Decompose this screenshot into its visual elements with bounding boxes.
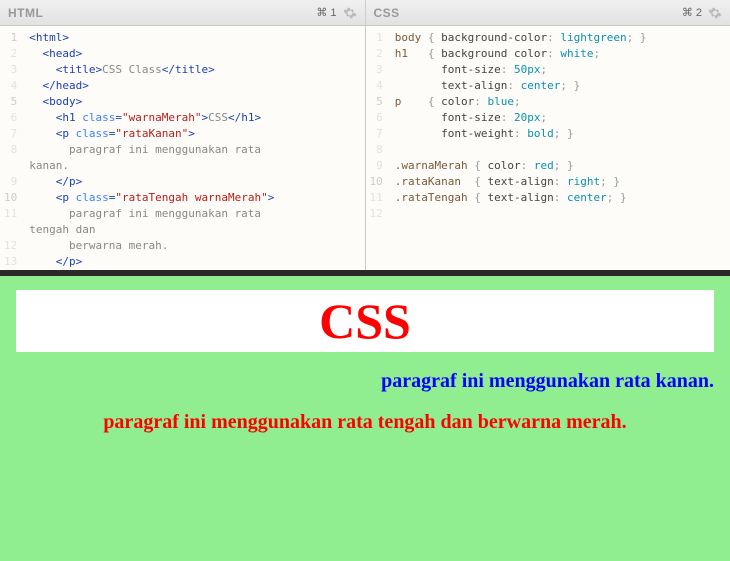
- html-code[interactable]: <html> <head> <title>CSS Class</title> <…: [23, 26, 280, 270]
- html-pane-title: HTML: [8, 6, 43, 20]
- html-shortcut-label: ⌘ 1: [316, 6, 336, 19]
- css-pane-title: CSS: [374, 6, 400, 20]
- preview-paragraph-right: paragraf ini menggunakan rata kanan.: [16, 370, 714, 393]
- css-gutter: 123456789101112: [366, 26, 389, 270]
- css-shortcut-label: ⌘ 2: [682, 6, 702, 19]
- css-editor[interactable]: 123456789101112 body { background-color:…: [366, 26, 730, 270]
- html-pane: HTML ⌘ 1 12345678 91011 12131415 <html> …: [0, 0, 366, 270]
- gear-icon[interactable]: [343, 6, 357, 20]
- html-pane-actions: ⌘ 1: [316, 6, 356, 20]
- output-preview: CSS paragraf ini menggunakan rata kanan.…: [0, 276, 730, 561]
- preview-paragraph-center: paragraf ini menggunakan rata tengah dan…: [16, 411, 714, 434]
- gear-icon[interactable]: [708, 6, 722, 20]
- css-code[interactable]: body { background-color: lightgreen; }h1…: [389, 26, 653, 270]
- html-gutter: 12345678 91011 12131415: [0, 26, 23, 270]
- css-pane-actions: ⌘ 2: [682, 6, 722, 20]
- editor-panes: HTML ⌘ 1 12345678 91011 12131415 <html> …: [0, 0, 730, 276]
- css-pane: CSS ⌘ 2 123456789101112 body { backgroun…: [366, 0, 730, 270]
- html-editor[interactable]: 12345678 91011 12131415 <html> <head> <t…: [0, 26, 365, 270]
- html-pane-header: HTML ⌘ 1: [0, 0, 365, 26]
- css-pane-header: CSS ⌘ 2: [366, 0, 730, 26]
- editor-app: HTML ⌘ 1 12345678 91011 12131415 <html> …: [0, 0, 730, 561]
- preview-heading: CSS: [16, 290, 714, 352]
